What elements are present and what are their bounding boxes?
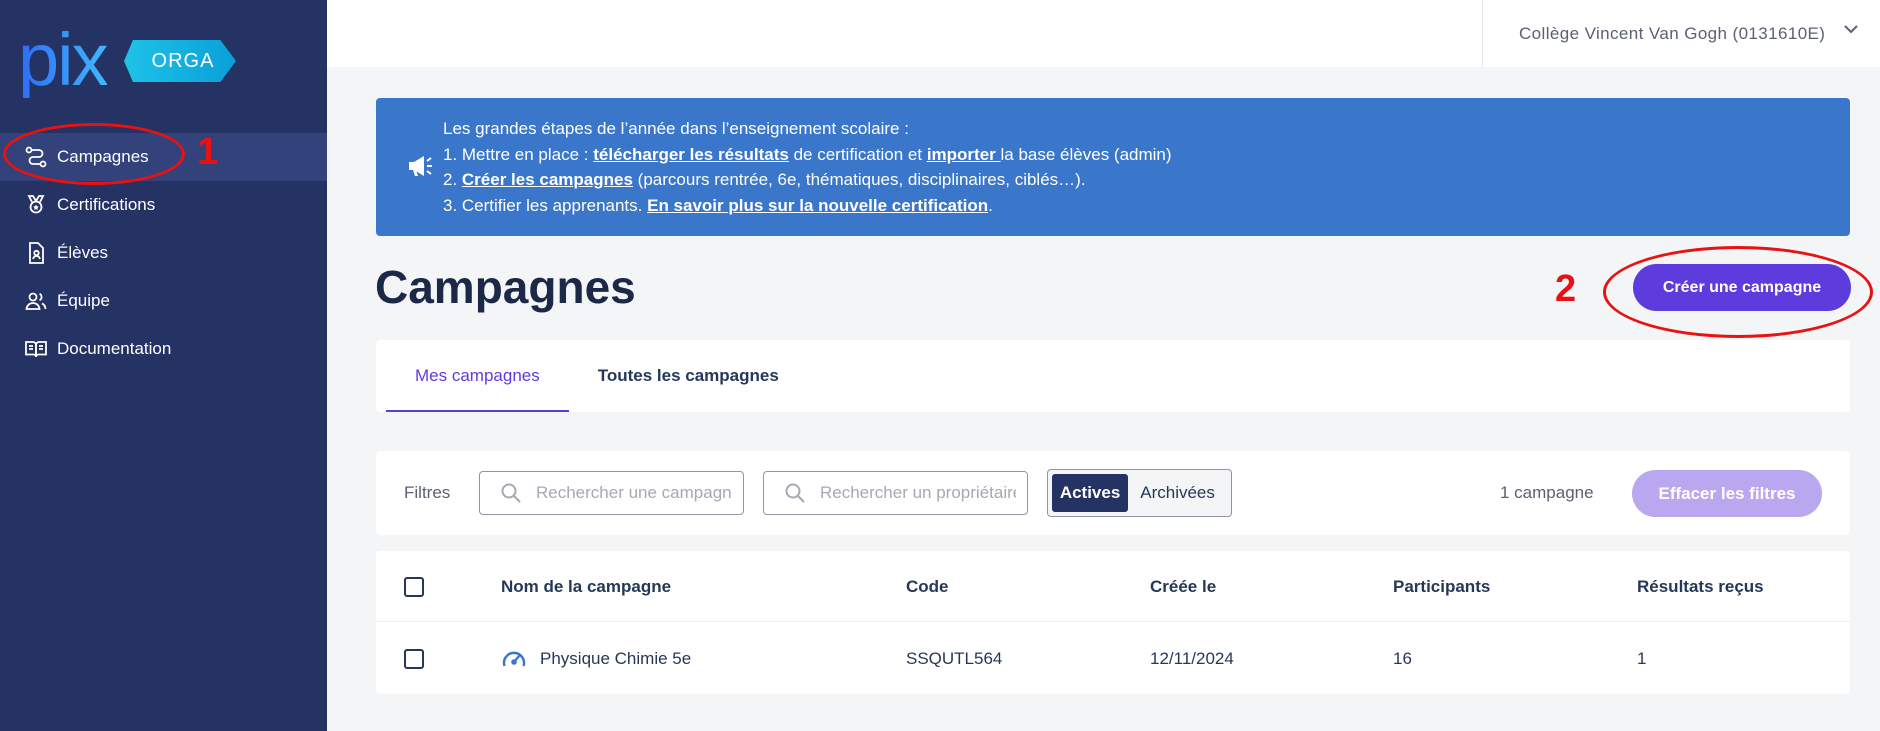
campaign-search[interactable]: [479, 471, 744, 515]
row-checkbox-cell: [404, 623, 424, 694]
sidebar-item-documentation[interactable]: Documentation: [0, 325, 327, 373]
organization-name: Collège Vincent Van Gogh (0131610E): [1519, 23, 1826, 43]
campaign-name-link[interactable]: Physique Chimie 5e: [540, 649, 691, 669]
create-campaigns-link[interactable]: Créer les campagnes: [462, 170, 633, 189]
column-header-results: Résultats reçus: [1637, 576, 1764, 596]
download-results-link[interactable]: télécharger les résultats: [593, 145, 789, 164]
annotation-ring-1: [3, 123, 185, 185]
banner-text-part: la base élèves (admin): [1000, 144, 1172, 164]
filters-label: Filtres: [404, 483, 451, 502]
status-archived-button[interactable]: Archivées: [1128, 474, 1227, 512]
pix-orga-logo[interactable]: pix ORGA: [18, 18, 236, 101]
sidebar-item-equipe[interactable]: Équipe: [0, 277, 327, 325]
banner-line-1: 1. Mettre en place : télécharger les rés…: [443, 142, 1172, 168]
book-icon: [25, 341, 47, 358]
banner-text-part: .: [988, 195, 993, 215]
megaphone-icon: [409, 156, 432, 176]
table-header-row: Nom de la campagne Code Créée le Partici…: [376, 551, 1850, 622]
campaign-results: 1: [1637, 648, 1647, 668]
annotation-marker-2: 2: [1555, 268, 1577, 310]
column-header-participants: Participants: [1393, 576, 1491, 596]
owner-search[interactable]: [763, 471, 1028, 515]
annotation-marker-1: 1: [197, 131, 219, 173]
top-bar: Collège Vincent Van Gogh (0131610E): [327, 0, 1880, 67]
status-toggle: Actives Archivées: [1047, 469, 1232, 517]
annotation-ring-2: [1603, 246, 1873, 338]
banner-text-part: (parcours rentrée, 6e, thématiques, disc…: [632, 170, 1086, 189]
campaign-code: SSQUTL564: [906, 648, 1003, 668]
campaign-count: 1 campagne: [1500, 483, 1594, 502]
banner-text-part: 3. Certifier les apprenants.: [443, 195, 648, 215]
student-badge-icon: [29, 242, 44, 264]
search-icon: [785, 483, 805, 503]
tab-toutes-les-campagnes[interactable]: Toutes les campagnes: [569, 340, 808, 412]
campaign-created-date: 12/11/2024: [1150, 648, 1234, 668]
column-header-name[interactable]: Nom de la campagne: [501, 551, 671, 622]
campaign-search-input[interactable]: [536, 483, 732, 503]
chevron-down-icon: [1844, 25, 1858, 34]
banner-text: Les grandes étapes de l’année dans l’ens…: [443, 116, 1172, 218]
sidebar: pix ORGA Campagnes Certifications Élèves…: [0, 0, 327, 731]
row-checkbox[interactable]: [404, 648, 424, 669]
search-icon: [501, 483, 521, 503]
campaigns-table: Nom de la campagne Code Créée le Partici…: [376, 551, 1850, 694]
team-icon: [25, 292, 47, 310]
page-title: Campagnes: [375, 261, 636, 313]
banner-line-2: 2. Créer les campagnes (parcours rentrée…: [443, 167, 1172, 193]
organization-switcher[interactable]: Collège Vincent Van Gogh (0131610E): [1482, 0, 1880, 67]
info-banner: Les grandes étapes de l’année dans l’ens…: [376, 98, 1850, 236]
medal-icon: [27, 195, 45, 214]
select-all-checkbox[interactable]: [404, 576, 424, 597]
banner-line-3: 3. Certifier les apprenants. En savoir p…: [443, 193, 1172, 219]
sidebar-item-label: Documentation: [57, 339, 172, 358]
import-link[interactable]: importer: [927, 145, 1001, 164]
owner-search-input[interactable]: [820, 483, 1016, 503]
campaign-name-cell: Physique Chimie 5e: [501, 623, 691, 694]
column-header-code: Code: [906, 576, 949, 596]
column-header-created[interactable]: Créée le: [1150, 551, 1216, 622]
sidebar-item-label: Équipe: [57, 291, 110, 310]
table-row[interactable]: Physique Chimie 5e SSQUTL564 12/11/2024 …: [376, 623, 1850, 694]
banner-intro: Les grandes étapes de l’année dans l’ens…: [443, 119, 909, 138]
tab-mes-campagnes[interactable]: Mes campagnes: [386, 340, 569, 412]
sidebar-item-label: Élèves: [57, 243, 109, 262]
campaign-participants: 16: [1393, 648, 1412, 668]
gauge-icon: [502, 651, 526, 666]
certification-info-link[interactable]: En savoir plus sur la nouvelle certifica…: [647, 196, 988, 215]
banner-text-part: 1. Mettre en place :: [443, 144, 594, 164]
sidebar-item-eleves[interactable]: Élèves: [0, 229, 327, 277]
logo-text: pix: [18, 18, 109, 101]
status-active-button[interactable]: Actives: [1052, 474, 1129, 512]
campaign-tabs: Mes campagnes Toutes les campagnes: [376, 340, 1850, 412]
banner-text-part: de certification et: [788, 144, 927, 164]
filters-bar: Filtres Actives Archivées 1 campagne Eff…: [376, 451, 1850, 535]
header-checkbox-cell: [404, 551, 424, 622]
logo-badge: ORGA: [124, 40, 236, 82]
clear-filters-button[interactable]: Effacer les filtres: [1632, 470, 1822, 517]
sidebar-item-certifications[interactable]: Certifications: [0, 181, 327, 229]
banner-text-part: 2.: [443, 170, 462, 189]
sidebar-item-label: Certifications: [57, 195, 156, 214]
